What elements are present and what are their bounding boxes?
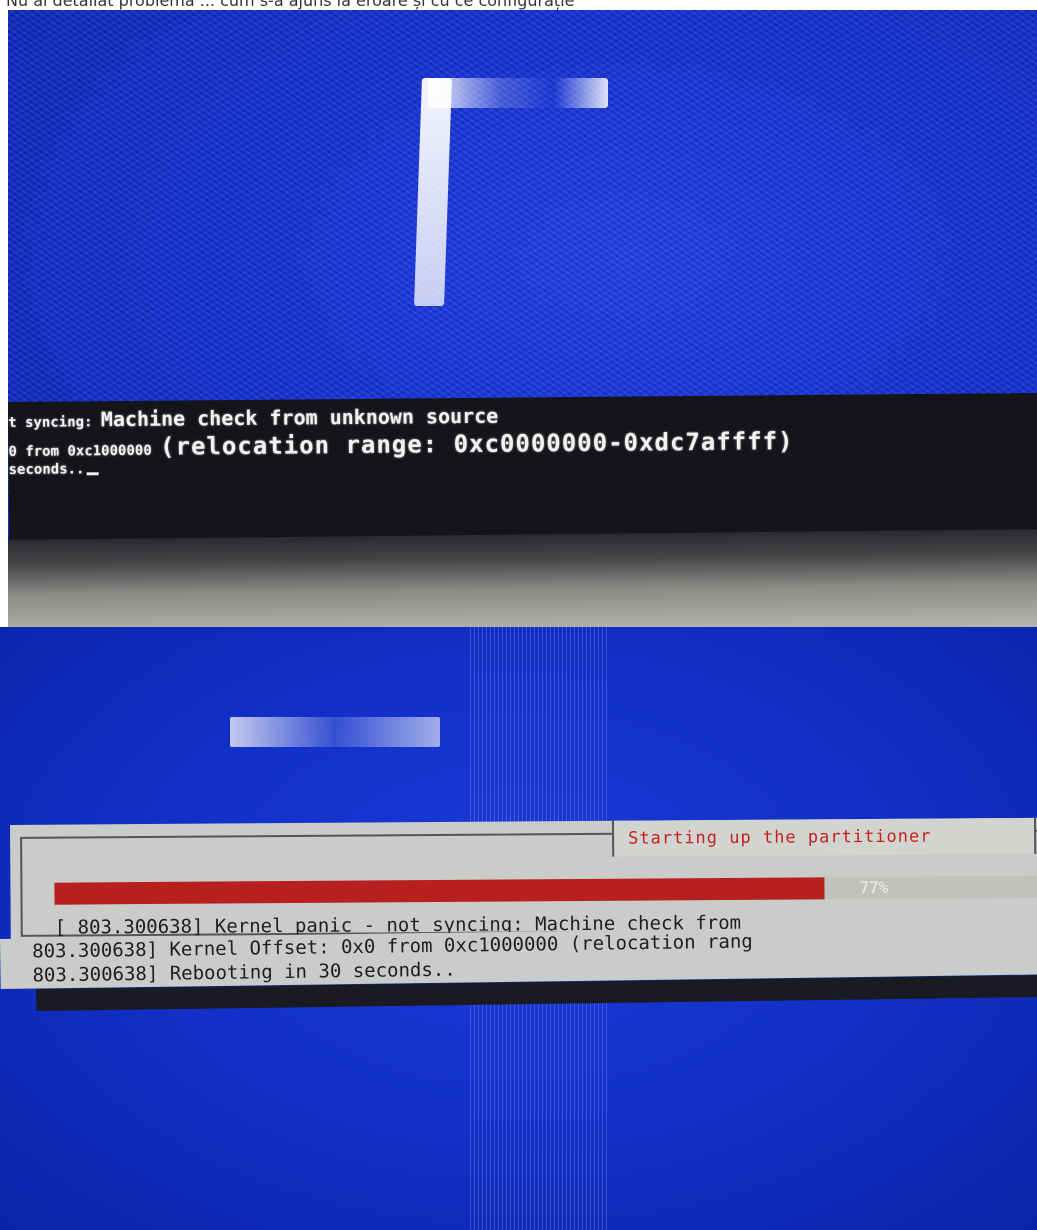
photo-console-panic: t syncing: Machine check from unknown so… bbox=[8, 10, 1037, 627]
console-line-1: t syncing: Machine check from unknown so… bbox=[8, 404, 498, 432]
text-cursor bbox=[86, 472, 99, 476]
console-line-prefix: seconds.. bbox=[8, 461, 85, 478]
partitioner-dialog: Starting up the partitioner 77% [ 803.30… bbox=[10, 817, 1037, 940]
reflection-glare bbox=[428, 78, 608, 108]
console-panel: t syncing: Machine check from unknown so… bbox=[8, 393, 1037, 542]
caption-strip: Nu ai detaliat problema ... cum s-a ajun… bbox=[0, 0, 1037, 10]
console-line-prefix: t syncing: bbox=[8, 414, 101, 431]
photo-installer-panic: Starting up the partitioner 77% [ 803.30… bbox=[0, 627, 1037, 1230]
log-line: 803.300638] Rebooting in 30 seconds.. bbox=[32, 958, 456, 987]
reflection-glare bbox=[230, 717, 440, 747]
progress-label: 77% bbox=[859, 877, 889, 898]
console-line-2: 0 from 0xc1000000 (relocation range: 0xc… bbox=[8, 427, 793, 462]
dialog-title: Starting up the partitioner bbox=[628, 826, 932, 849]
caption-text: Nu ai detaliat problema ... cum s-a ajun… bbox=[6, 0, 575, 10]
console-line-text: Machine check from unknown source bbox=[100, 403, 499, 432]
monitor-bezel bbox=[8, 528, 1037, 627]
console-line-prefix: 0 from 0xc1000000 bbox=[8, 442, 161, 460]
console-line-text: (relocation range: 0xc0000000-0xdc7affff… bbox=[159, 427, 794, 461]
console-line-3: seconds.. bbox=[9, 461, 99, 478]
